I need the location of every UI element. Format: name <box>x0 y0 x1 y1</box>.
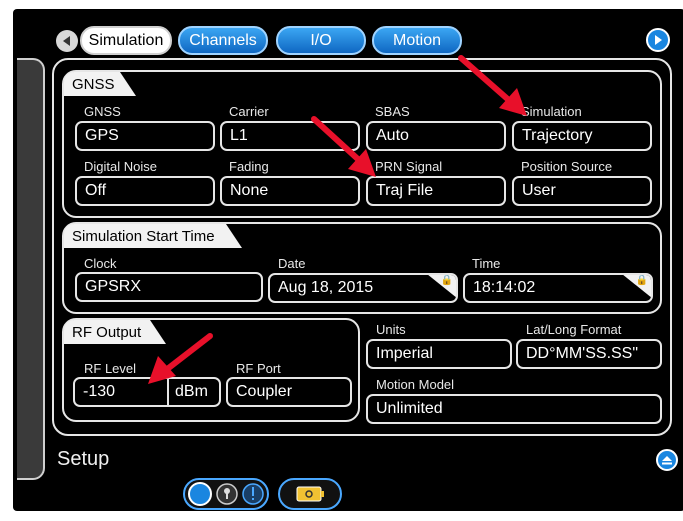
time-value: 18:14:02 <box>473 279 536 296</box>
motion-model-label: Motion Model <box>376 377 455 392</box>
clock-field[interactable]: GPSRX <box>75 272 263 302</box>
fading-label: Fading <box>229 159 269 174</box>
rf-level-value: -130 <box>83 383 116 400</box>
battery-status[interactable] <box>278 478 342 510</box>
rf-level-unit: dBm <box>167 379 208 405</box>
position-source-field[interactable]: User <box>512 176 652 206</box>
rf-port-label: RF Port <box>236 361 281 376</box>
date-value: Aug 18, 2015 <box>278 279 374 296</box>
lock-icon: 🔒 <box>635 275 648 286</box>
back-button[interactable] <box>56 30 78 52</box>
time-field[interactable]: 18:14:02 🔒 <box>463 273 653 303</box>
back-arrow-icon <box>63 36 70 46</box>
rf-output-panel-title: RF Output <box>64 320 166 344</box>
digital-noise-label: Digital Noise <box>84 159 157 174</box>
digital-noise-field[interactable]: Off <box>75 176 215 206</box>
tab-motion[interactable]: Motion <box>372 26 462 55</box>
tab-io[interactable]: I/O <box>276 26 366 55</box>
battery-icon <box>296 486 324 502</box>
date-field[interactable]: Aug 18, 2015 🔒 <box>268 273 458 303</box>
clock-label: Clock <box>84 256 117 271</box>
units-field[interactable]: Imperial <box>366 339 512 369</box>
prn-signal-label: PRN Signal <box>375 159 443 174</box>
motion-model-field[interactable]: Unlimited <box>366 394 662 424</box>
collapse-button[interactable] <box>656 449 678 471</box>
carrier-label: Carrier <box>229 104 269 119</box>
rf-output-title-text: RF Output <box>72 323 142 341</box>
rf-level-field[interactable]: -130 dBm <box>73 377 221 407</box>
prn-signal-field[interactable]: Traj File <box>366 176 506 206</box>
eject-up-icon <box>662 456 672 465</box>
start-time-panel-title: Simulation Start Time <box>64 224 242 248</box>
latlong-field[interactable]: DD°MM'SS.SS" <box>516 339 662 369</box>
sbas-field[interactable]: Auto <box>366 121 506 151</box>
date-label: Date <box>278 256 306 271</box>
tab-channels[interactable]: Channels <box>178 26 268 55</box>
lock-icon: 🔒 <box>440 275 453 286</box>
toggle-graphic <box>188 482 264 506</box>
units-label: Units <box>376 322 406 337</box>
forward-arrow-icon <box>655 35 662 45</box>
start-time-title-text: Simulation Start Time <box>72 227 215 245</box>
gnss-label: GNSS <box>84 104 121 119</box>
rf-port-field[interactable]: Coupler <box>226 377 352 407</box>
gnss-panel-title: GNSS <box>64 72 136 96</box>
simulation-label: Simulation <box>521 104 582 119</box>
sbas-label: SBAS <box>375 104 410 119</box>
time-label: Time <box>472 256 501 271</box>
status-toggle[interactable] <box>183 478 269 510</box>
setup-label: Setup <box>57 448 110 470</box>
tab-simulation[interactable]: Simulation <box>80 26 172 55</box>
forward-button[interactable] <box>646 28 670 52</box>
gnss-title-text: GNSS <box>72 75 115 93</box>
latlong-label: Lat/Long Format <box>526 322 622 337</box>
position-source-label: Position Source <box>521 159 613 174</box>
rf-level-label: RF Level <box>84 361 137 376</box>
gnss-field[interactable]: GPS <box>75 121 215 151</box>
left-side-rail[interactable] <box>17 58 45 480</box>
simulation-field[interactable]: Trajectory <box>512 121 652 151</box>
carrier-field[interactable]: L1 <box>220 121 360 151</box>
fading-field[interactable]: None <box>220 176 360 206</box>
